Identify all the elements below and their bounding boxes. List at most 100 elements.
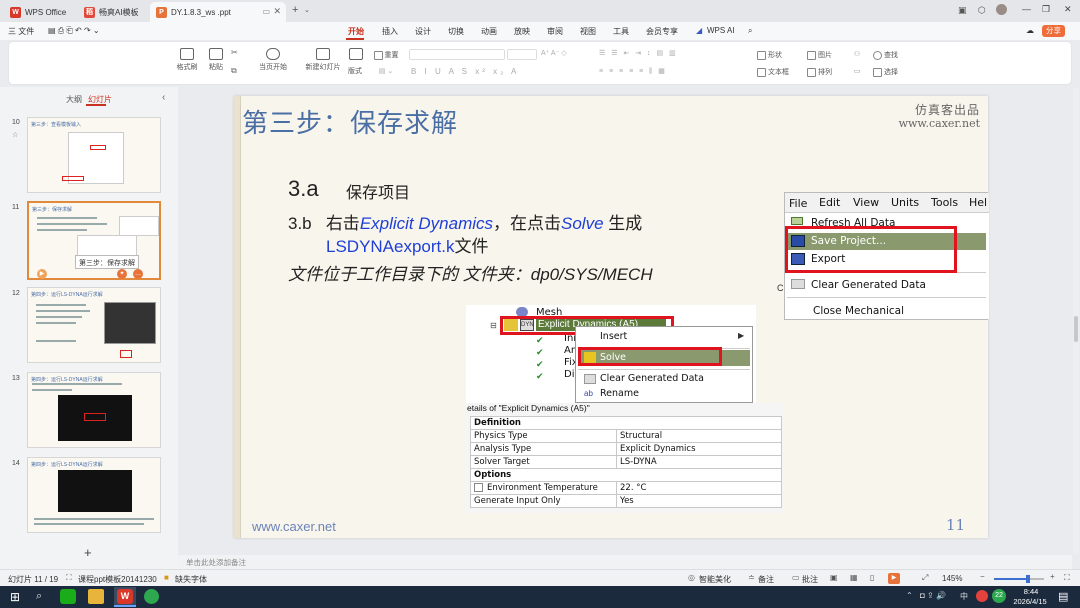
outline-icon[interactable]: ⚇ (849, 50, 865, 58)
slide-thumb-14[interactable]: 第四步：运行LS-DYNA运行求解 (27, 457, 161, 533)
avatar[interactable] (996, 4, 1007, 15)
app-icon[interactable] (144, 589, 159, 604)
magic-icon[interactable]: ✦ (117, 269, 127, 279)
tray-expand-icon[interactable]: ⌃ (906, 591, 913, 600)
tray-icons[interactable]: ◘ ⇪ 🔊 (920, 591, 946, 600)
layout-button[interactable]: 版式 (345, 66, 365, 76)
paragraph-icons[interactable]: ☰ ☰ ⇤ ⇥ ↕ ▤ ▥ (599, 49, 678, 57)
section-button[interactable]: ▤ ⌄ (369, 67, 403, 75)
menu-review[interactable]: 审阅 (547, 26, 563, 37)
minimize-icon[interactable]: — (1022, 4, 1031, 14)
slide-number: 11 (12, 204, 20, 211)
menu-slideshow[interactable]: 放映 (514, 26, 530, 37)
fill-icon[interactable]: ▭ (849, 67, 865, 75)
add-slide-button[interactable]: + (84, 545, 92, 560)
file-menu[interactable]: 三 文件 (8, 26, 34, 37)
search-icon[interactable]: ⌕ (748, 26, 752, 36)
collapse-panel-icon[interactable]: ‹ (162, 92, 165, 103)
window-icon[interactable]: ▣ (958, 5, 967, 16)
menu-animation[interactable]: 动画 (481, 26, 497, 37)
slide-thumb-13[interactable]: 第四步：运行LS-DYNA运行求解 (27, 372, 161, 448)
menu-design[interactable]: 设计 (415, 26, 431, 37)
share-button[interactable]: 分享 (1042, 25, 1065, 37)
menu-home[interactable]: 开始 (348, 26, 364, 37)
close-tab-icon[interactable]: ✕ (273, 6, 281, 17)
notes-button[interactable]: 备注 (758, 574, 774, 585)
template-name[interactable]: 课程ppt模板20141230 (78, 574, 157, 585)
find-button[interactable]: 查找 (873, 50, 913, 60)
paste-button[interactable]: 粘贴 (203, 48, 229, 72)
sorter-view-icon[interactable]: ▦ (850, 573, 858, 582)
font-name-select[interactable] (409, 49, 505, 60)
slide-thumb-12[interactable]: 第四步：运行LS-DYNA运行求解 (27, 287, 161, 363)
star-icon[interactable]: ☆ (12, 131, 18, 139)
highlight-save-export (785, 226, 957, 273)
arrange-button[interactable]: 排列 (807, 67, 847, 77)
notification-badge[interactable]: 22 (992, 589, 1006, 603)
tab-document[interactable]: P DY.1.8.3_ws .ppt ▭ ✕ (150, 2, 286, 22)
font-size-select[interactable] (507, 49, 537, 60)
slide-thumb-11[interactable]: 第三步：保存求解 第三步：保存求解 ▶ ✦ … (27, 201, 161, 280)
step-b-ed: Explicit Dynamics (359, 214, 494, 233)
windows-start-icon[interactable]: ⊞ (10, 590, 20, 604)
shape-button[interactable]: 形状 (757, 50, 797, 60)
menu-transition[interactable]: 切换 (448, 26, 464, 37)
text-format-icons[interactable]: B I U A S x² x₂ A (411, 67, 519, 76)
wps-taskbar-button[interactable]: W (114, 587, 136, 607)
cut-icon[interactable]: ✂ (231, 48, 238, 57)
wechat-icon[interactable] (60, 589, 76, 604)
beautify-button[interactable]: 智能美化 (699, 574, 731, 585)
align-icons[interactable]: ≡ ≡ ≡ ≡ ≡ ⫼ ▦ (599, 67, 667, 76)
cloud-icon[interactable]: ☁ (1026, 26, 1034, 35)
reset-button[interactable]: 重置 (371, 50, 401, 60)
doc-icon[interactable]: ▤ ⎙ ⎗ ↶ ↷ ⌄ (48, 26, 100, 36)
normal-view-icon[interactable]: ▣ (830, 573, 838, 582)
play-from-current-button[interactable]: 当页开始 (255, 48, 291, 72)
format-painter-button[interactable]: 格式刷 (173, 48, 201, 72)
slide-number: 10 (12, 119, 20, 126)
fit-icon[interactable]: ⤢ (922, 573, 928, 583)
notes-area[interactable]: 单击此处添加备注 (178, 555, 1072, 569)
menu-insert[interactable]: 插入 (382, 26, 398, 37)
monitor-icon[interactable]: ▭ (262, 7, 270, 16)
scrollbar-thumb[interactable] (1074, 316, 1078, 342)
select-button[interactable]: 选择 (873, 67, 913, 77)
missing-font-button[interactable]: 缺失字体 (175, 574, 207, 585)
font-grow-icon[interactable]: A⁺ A⁻ ◇ (541, 49, 567, 57)
notification-center-icon[interactable]: ▤ (1058, 590, 1068, 603)
vertical-scrollbar[interactable] (1073, 88, 1079, 554)
tab-wps-office[interactable]: W WPS Office (4, 2, 74, 22)
slideshow-button[interactable]: ▶ (888, 573, 900, 584)
play-icon[interactable]: ▶ (37, 269, 47, 279)
cube-icon[interactable]: ⬡ (978, 5, 986, 16)
zoom-in-icon[interactable]: + (1050, 572, 1055, 581)
picture-button[interactable]: 图片 (807, 50, 847, 60)
fullscreen-icon[interactable]: ⛶ (1064, 573, 1070, 583)
new-slide-button[interactable]: 新建幻灯片 (303, 48, 343, 72)
menu-tools[interactable]: 工具 (613, 26, 629, 37)
zoom-level[interactable]: 145% (942, 574, 962, 583)
antivirus-icon[interactable] (976, 590, 988, 602)
chevron-down-icon[interactable]: ⌄ (304, 6, 310, 14)
zoom-out-icon[interactable]: − (980, 572, 985, 581)
folder-icon[interactable] (88, 589, 104, 604)
menu-member[interactable]: 会员专享 (646, 26, 678, 37)
menu-wps-ai[interactable]: WPS AI (707, 26, 735, 35)
comments-button[interactable]: 批注 (802, 574, 818, 585)
input-language[interactable]: 中 (960, 591, 968, 602)
reading-view-icon[interactable]: ▯ (870, 573, 874, 582)
zoom-slider[interactable] (994, 575, 1044, 583)
tab-ai-template[interactable]: 稻 畅爽AI模板 (78, 2, 146, 22)
restore-icon[interactable]: ❐ (1042, 4, 1050, 15)
layout-icon-button[interactable] (349, 48, 363, 62)
copy-icon[interactable]: ⧉ (231, 66, 237, 76)
more-icon[interactable]: … (133, 269, 143, 279)
new-tab-icon[interactable]: + (292, 4, 298, 16)
zoom-slider-thumb[interactable] (1026, 575, 1030, 583)
slide-thumb-10[interactable]: 第三步：查看模板输入 (27, 117, 161, 193)
menu-view[interactable]: 视图 (580, 26, 596, 37)
tab-outline[interactable]: 大纲 (66, 94, 82, 105)
close-window-icon[interactable]: ✕ (1064, 4, 1072, 15)
search-icon[interactable]: ⌕ (36, 590, 42, 603)
textbox-button[interactable]: 文本框 (757, 67, 805, 77)
